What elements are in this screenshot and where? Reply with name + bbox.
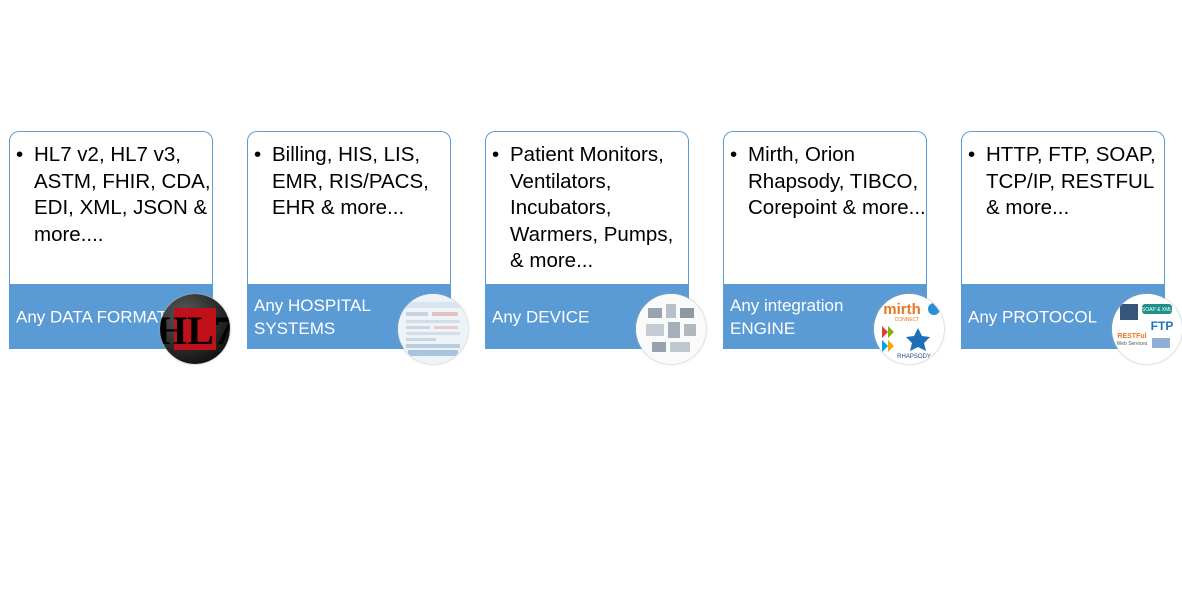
card-body: • Patient Monitors, Ventilators, Incubat…	[485, 131, 689, 284]
card-bullet-text: • Billing, HIS, LIS, EMR, RIS/PACS, EHR …	[254, 143, 429, 219]
card-label: Any DEVICE	[492, 307, 590, 326]
mirth-logo-text: mirth	[883, 301, 921, 318]
rhapsody-logo-text: RHAPSODY	[897, 354, 931, 360]
card-label: Any DATA FORMAT	[16, 307, 168, 326]
restful-label: RESTFul	[1117, 333, 1146, 340]
protocols-logo-icon: SOAP & XML FTP RESTFul Web Services	[1112, 294, 1182, 364]
soap-label: SOAP & XML	[1142, 307, 1172, 313]
medical-devices-icon	[636, 294, 706, 364]
bullet-icon: •	[16, 143, 24, 166]
card-bullet-text: • HTTP, FTP, SOAP, TCP/IP, RESTFUL & mor…	[968, 143, 1156, 219]
card-label: Any PROTOCOL	[968, 307, 1098, 326]
hl7-logo-text: HL7	[160, 308, 230, 353]
mirth-connect-text: CONNECT	[895, 317, 920, 323]
card-bullet-text: • HL7 v2, HL7 v3, ASTM, FHIR, CDA, EDI, …	[16, 143, 211, 246]
mirth-rhapsody-logo-icon: mirth CONNECT RHAPSODY	[874, 294, 944, 364]
card-bullet-text: • Patient Monitors, Ventilators, Incubat…	[492, 143, 674, 272]
card-body: • Mirth, Orion Rhapsody, TIBCO, Corepoin…	[723, 131, 927, 284]
ftp-label: FTP	[1151, 319, 1174, 333]
bullet-icon: •	[730, 143, 738, 166]
card-body: • Billing, HIS, LIS, EMR, RIS/PACS, EHR …	[247, 131, 451, 284]
card-label: Any integration ENGINE	[730, 295, 844, 338]
card-bullet-text: • Mirth, Orion Rhapsody, TIBCO, Corepoin…	[730, 143, 926, 219]
card-body: • HL7 v2, HL7 v3, ASTM, FHIR, CDA, EDI, …	[9, 131, 213, 284]
card-label: Any HOSPITAL SYSTEMS	[254, 295, 371, 338]
card-body: • HTTP, FTP, SOAP, TCP/IP, RESTFUL & mor…	[961, 131, 1165, 284]
hl7-logo-icon: HL7	[160, 294, 230, 364]
bullet-icon: •	[968, 143, 976, 166]
bullet-icon: •	[492, 143, 500, 166]
webservices-label: Web Services	[1117, 341, 1148, 347]
bullet-icon: •	[254, 143, 262, 166]
hospital-systems-screenshot-icon	[398, 294, 468, 364]
